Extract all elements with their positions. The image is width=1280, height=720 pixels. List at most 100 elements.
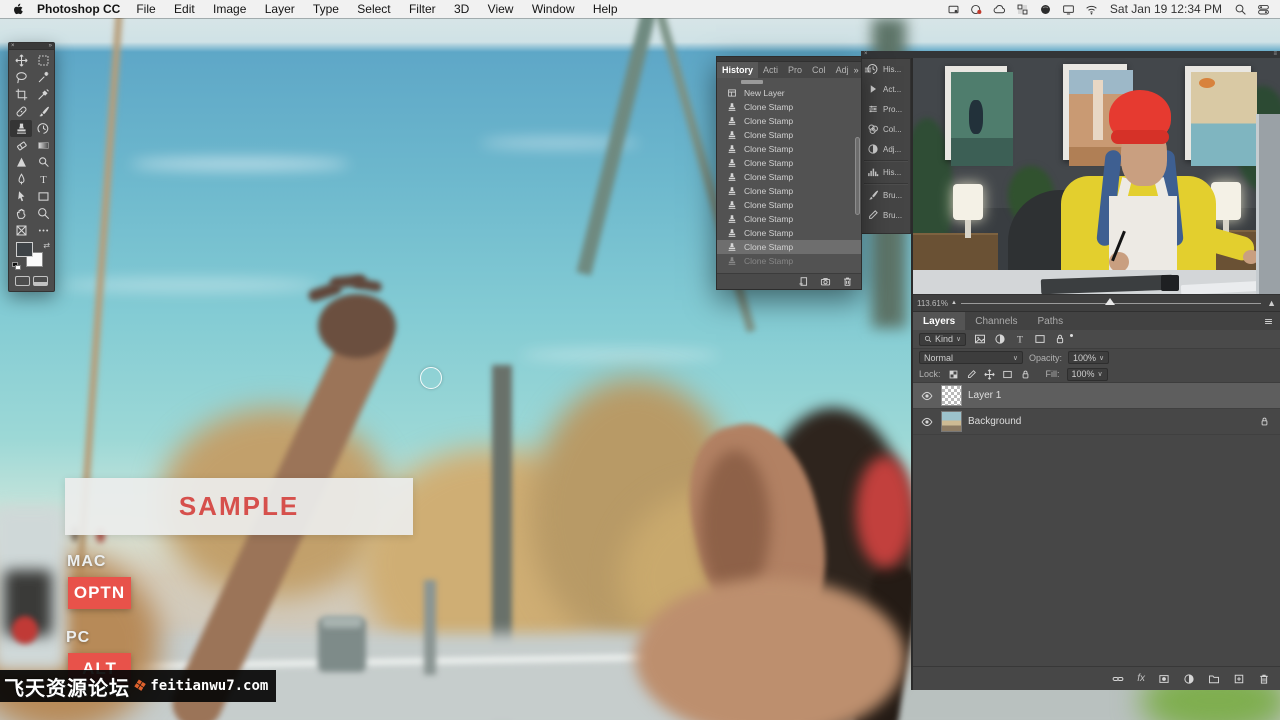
filter-adjustment-layers-icon[interactable]: [994, 333, 1006, 345]
delete-layer-icon[interactable]: [1258, 673, 1270, 685]
history-scrollbar[interactable]: [855, 97, 860, 267]
lock-artboard-icon[interactable]: [1002, 369, 1013, 380]
window-grid-icon[interactable]: [1016, 3, 1029, 16]
app-menu-title[interactable]: Photoshop CC: [37, 2, 120, 16]
fill-select[interactable]: 100% ∨: [1066, 367, 1108, 381]
menu-item[interactable]: Edit: [174, 2, 195, 16]
tool-button[interactable]: [10, 103, 32, 120]
collapsed-panel-button[interactable]: Act...: [862, 79, 910, 99]
menu-item[interactable]: Window: [532, 2, 575, 16]
tool-button[interactable]: [10, 154, 32, 171]
tool-button[interactable]: [32, 205, 54, 222]
tool-button[interactable]: [32, 154, 54, 171]
lock-paint-icon[interactable]: [966, 369, 977, 380]
tool-button[interactable]: [32, 103, 54, 120]
panel-menu-icon[interactable]: [863, 65, 873, 75]
tool-button[interactable]: [10, 205, 32, 222]
new-group-icon[interactable]: [1208, 673, 1220, 685]
history-step[interactable]: Clone Stamp: [717, 156, 861, 170]
filter-pixel-layers-icon[interactable]: [974, 333, 986, 345]
spotlight-search-icon[interactable]: [1234, 3, 1247, 16]
tool-button[interactable]: [10, 222, 32, 239]
history-step[interactable]: Clone Stamp: [717, 184, 861, 198]
collapsed-panel-button[interactable]: Bru...: [862, 185, 910, 205]
wifi-icon[interactable]: [1085, 3, 1098, 16]
new-layer-icon[interactable]: [1233, 673, 1245, 685]
history-step[interactable]: Clone Stamp: [717, 142, 861, 156]
history-tab[interactable]: Adj: [831, 62, 854, 78]
history-step[interactable]: Clone Stamp: [717, 100, 861, 114]
history-tab[interactable]: Acti: [758, 62, 783, 78]
history-step[interactable]: New Layer: [717, 86, 861, 100]
link-layers-icon[interactable]: [1112, 673, 1124, 685]
zoom-slider[interactable]: [960, 297, 1262, 305]
history-step[interactable]: Clone Stamp: [717, 226, 861, 240]
menu-item[interactable]: Select: [357, 2, 390, 16]
zoom-out-icon[interactable]: ▲: [951, 300, 957, 306]
new-document-from-state-icon[interactable]: [798, 276, 809, 287]
layer-style-button[interactable]: fx: [1137, 673, 1145, 684]
history-step[interactable]: Clone Stamp: [717, 198, 861, 212]
display-mirroring-icon[interactable]: [1062, 3, 1075, 16]
control-center-icon[interactable]: [1257, 3, 1270, 16]
cloud-icon[interactable]: [993, 3, 1006, 16]
history-tab[interactable]: History: [717, 62, 759, 78]
filter-shape-layers-icon[interactable]: [1034, 333, 1046, 345]
quick-mask-button[interactable]: [14, 276, 30, 286]
menu-item[interactable]: View: [488, 2, 514, 16]
history-step[interactable]: Clone Stamp: [717, 170, 861, 184]
tools-panel-titlebar[interactable]: ×»: [9, 43, 54, 50]
tool-button[interactable]: [32, 69, 54, 86]
tool-button[interactable]: [10, 69, 32, 86]
layers-panel-tab[interactable]: Channels: [965, 312, 1027, 330]
collapsed-panel-button[interactable]: Pro...: [862, 99, 910, 119]
menu-item[interactable]: Type: [313, 2, 339, 16]
dock-menu-icon[interactable]: ≡: [1273, 51, 1277, 58]
menu-item[interactable]: File: [136, 2, 155, 16]
tool-button[interactable]: [10, 86, 32, 103]
collapsed-panel-button[interactable]: His...: [862, 162, 910, 182]
menu-item[interactable]: Layer: [265, 2, 295, 16]
history-tab[interactable]: Col: [807, 62, 831, 78]
foreground-color-swatch[interactable]: [16, 242, 33, 257]
close-icon[interactable]: ×: [11, 43, 15, 49]
layers-panel-tab[interactable]: Paths: [1028, 312, 1074, 330]
panel-menu-icon[interactable]: [1263, 316, 1274, 327]
tool-button[interactable]: [32, 188, 54, 205]
zoom-in-icon[interactable]: ▲: [1267, 298, 1276, 308]
tool-button[interactable]: [10, 137, 32, 154]
tool-button[interactable]: [10, 188, 32, 205]
new-adjustment-layer-icon[interactable]: [1183, 673, 1195, 685]
opacity-select[interactable]: 100% ∨: [1068, 351, 1110, 364]
history-step[interactable]: Clone Stamp: [717, 240, 861, 254]
tool-button[interactable]: [32, 86, 54, 103]
notification-badge-icon[interactable]: [970, 3, 983, 16]
tool-button[interactable]: [10, 171, 32, 188]
layer-thumbnail[interactable]: [941, 411, 962, 432]
history-step[interactable]: Clone Stamp: [717, 128, 861, 142]
tool-button[interactable]: [10, 120, 32, 137]
collapse-icon[interactable]: »: [49, 43, 52, 49]
layer-row[interactable]: Background: [913, 409, 1280, 435]
app-sphere-icon[interactable]: [1039, 3, 1052, 16]
swap-colors-icon[interactable]: ⇄: [43, 241, 50, 250]
layers-panel-tab[interactable]: Layers: [913, 312, 966, 330]
add-layer-mask-icon[interactable]: [1158, 673, 1170, 685]
tool-button[interactable]: [10, 52, 32, 69]
tool-button[interactable]: [32, 52, 54, 69]
blend-mode-select[interactable]: Normal ∨: [919, 351, 1023, 364]
tool-button[interactable]: [32, 222, 54, 239]
filter-type-layers-icon[interactable]: [1014, 333, 1026, 345]
lock-transparency-icon[interactable]: [948, 369, 959, 380]
menu-item[interactable]: 3D: [454, 2, 469, 16]
screen-mode-button[interactable]: [33, 276, 49, 286]
menu-item[interactable]: Image: [213, 2, 246, 16]
keyboard-lock-icon[interactable]: [947, 3, 960, 16]
expand-chevrons-icon[interactable]: »: [854, 65, 859, 75]
menu-item[interactable]: Help: [593, 2, 618, 16]
layer-visibility-toggle[interactable]: [919, 390, 935, 402]
collapsed-panel-button[interactable]: Adj...: [862, 139, 910, 159]
collapsed-panel-button[interactable]: Col...: [862, 119, 910, 139]
layer-visibility-toggle[interactable]: [919, 416, 935, 428]
lock-position-icon[interactable]: [984, 369, 995, 380]
